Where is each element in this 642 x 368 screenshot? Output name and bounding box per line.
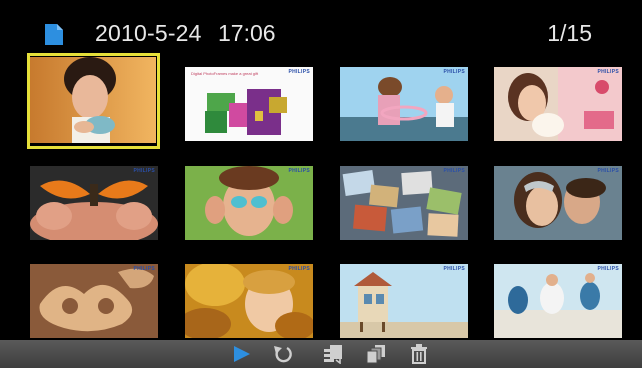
thumbnail-11[interactable]: PHILIPS <box>340 264 468 338</box>
rotate-icon[interactable] <box>272 344 294 364</box>
thumbnail-8[interactable]: PHILIPS <box>494 166 622 240</box>
thumbnail-3[interactable]: PHILIPS <box>340 67 468 141</box>
brand-label: PHILIPS <box>133 168 155 174</box>
brand-label: PHILIPS <box>133 266 155 272</box>
copy-icon[interactable] <box>322 344 344 364</box>
brand-label: PHILIPS <box>597 266 619 272</box>
thumbnail-7[interactable]: PHILIPS <box>340 166 468 240</box>
thumbnail-4[interactable]: PHILIPS <box>494 67 622 141</box>
bottom-toolbar <box>0 340 642 368</box>
thumbnail-6[interactable]: PHILIPS <box>185 166 313 240</box>
thumbnail-2[interactable]: Digital PhotoFrames make a great gift PH… <box>185 67 313 141</box>
thumbnail-9[interactable]: PHILIPS <box>30 264 158 338</box>
brand-label: PHILIPS <box>288 266 310 272</box>
stack-icon[interactable] <box>365 344 387 364</box>
thumbnail-caption: Digital PhotoFrames make a great gift <box>191 71 259 76</box>
photo-frame-screen: 2010-5-24 17:06 1/15 Digital PhotoFrames… <box>0 0 642 368</box>
brand-label: PHILIPS <box>443 69 465 75</box>
brand-label: PHILIPS <box>288 168 310 174</box>
play-icon[interactable] <box>230 344 252 364</box>
thumbnail-grid: Digital PhotoFrames make a great gift PH… <box>0 0 642 340</box>
selection-frame <box>27 53 160 149</box>
thumbnail-5[interactable]: PHILIPS <box>30 166 158 240</box>
brand-label: PHILIPS <box>597 168 619 174</box>
thumbnail-12[interactable]: PHILIPS <box>494 264 622 338</box>
brand-label: PHILIPS <box>288 69 310 75</box>
brand-label: PHILIPS <box>597 69 619 75</box>
thumbnail-10[interactable]: PHILIPS <box>185 264 313 338</box>
delete-icon[interactable] <box>408 344 430 364</box>
brand-label: PHILIPS <box>443 168 465 174</box>
brand-label: PHILIPS <box>443 266 465 272</box>
